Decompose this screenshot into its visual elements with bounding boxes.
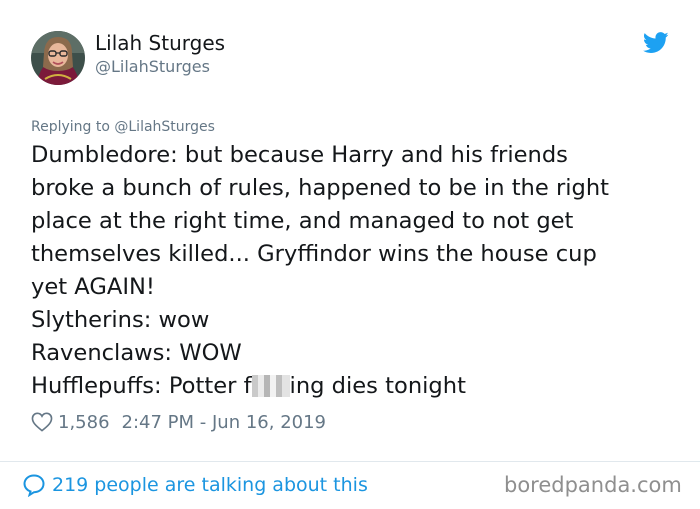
tweet-text-line: yet AGAIN!: [31, 274, 155, 300]
divider: [0, 461, 700, 462]
tweet-text-prefix: Hufflepuffs: Potter f: [31, 373, 252, 399]
tweet-text: Dumbledore: but because Harry and his fr…: [31, 139, 681, 403]
speech-bubble-icon: [23, 474, 45, 497]
tweet-text-line: Ravenclaws: WOW: [31, 340, 242, 366]
tweet-text-line: themselves killed... Gryffindor wins the…: [31, 241, 597, 267]
tweet-timestamp[interactable]: 2:47 PM - Jun 16, 2019: [122, 412, 326, 433]
tweet-text-line-last: Hufflepuffs: Potter f ing dies tonight: [31, 370, 681, 403]
tweet-text-line: broke a bunch of rules, happened to be i…: [31, 175, 610, 201]
avatar[interactable]: [31, 31, 85, 85]
tweet-text-suffix: ing dies tonight: [289, 373, 466, 399]
conversation-count[interactable]: 219 people are talking about this: [52, 474, 368, 496]
twitter-bird-icon[interactable]: [643, 32, 669, 54]
tweet-meta: 1,586 2:47 PM - Jun 16, 2019: [31, 409, 326, 435]
tweet-text-line: place at the right time, and managed to …: [31, 208, 574, 234]
tweet-text-line: Slytherins: wow: [31, 307, 210, 333]
author-handle[interactable]: @LilahSturges: [95, 57, 210, 76]
watermark: boredpanda.com: [504, 473, 682, 497]
tweet-card: Lilah Sturges @LilahSturges Replying to …: [0, 0, 700, 509]
avatar-image: [31, 31, 85, 85]
author-name[interactable]: Lilah Sturges: [95, 31, 225, 55]
tweet-text-line: Dumbledore: but because Harry and his fr…: [31, 142, 568, 168]
like-count[interactable]: 1,586: [58, 412, 110, 433]
heart-icon[interactable]: [31, 412, 53, 432]
replying-to-link[interactable]: Replying to @LilahSturges: [31, 119, 215, 135]
conversation-link[interactable]: 219 people are talking about this: [22, 472, 368, 498]
censor-pixelation: [251, 375, 290, 397]
